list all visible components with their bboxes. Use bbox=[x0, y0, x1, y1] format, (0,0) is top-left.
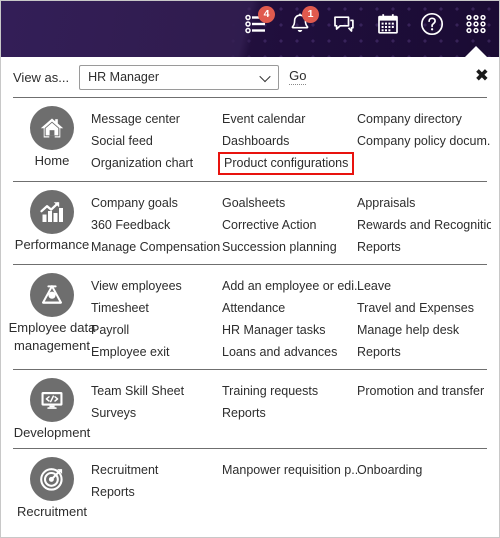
menu-link[interactable]: Company policy docum... bbox=[357, 130, 491, 152]
chat-icon[interactable] bbox=[329, 9, 359, 39]
chart-growth-icon bbox=[30, 190, 74, 234]
menu-link[interactable]: Surveys bbox=[91, 402, 222, 424]
menu-link[interactable]: Rewards and Recognitio... bbox=[357, 214, 491, 236]
menu-link[interactable]: View employees bbox=[91, 275, 222, 297]
section-home: Home Message center Social feed Organizatio… bbox=[13, 97, 491, 181]
section-recruitment: Recruitment Recruitment Reports Manpower re… bbox=[13, 447, 487, 527]
view-as-selected-value: HR Manager bbox=[88, 70, 159, 84]
section-title-employee-data-management: Employee data management bbox=[8, 320, 96, 353]
menu-link[interactable]: Event calendar bbox=[222, 108, 357, 130]
section-links-home: Message center Social feed Organization ch… bbox=[91, 106, 491, 175]
help-icon[interactable] bbox=[417, 9, 447, 39]
section-header-home: Home bbox=[13, 106, 91, 170]
collapse-caret-icon[interactable] bbox=[465, 46, 487, 57]
menu-link[interactable]: Reports bbox=[91, 481, 222, 503]
link-column-1: Message center Social feed Organization ch… bbox=[91, 108, 222, 175]
menu-link[interactable]: HR Manager tasks bbox=[222, 319, 357, 341]
menu-link[interactable]: Social feed bbox=[91, 130, 222, 152]
section-links-recruitment: Recruitment Reports Manpower requisition p… bbox=[91, 457, 491, 503]
menu-link[interactable]: Reports bbox=[357, 236, 491, 258]
menu-link[interactable]: Message center bbox=[91, 108, 222, 130]
section-performance: Performance Company goals 360 Feedback Mana… bbox=[13, 181, 491, 264]
section-header-development: Development bbox=[13, 378, 91, 442]
menu-link[interactable]: Team Skill Sheet bbox=[91, 380, 222, 402]
link-column-2: Add an employee or edi... Attendance HR Ma… bbox=[222, 275, 357, 363]
notification-badge: 1 bbox=[302, 6, 319, 23]
menu-link[interactable]: Organization chart bbox=[91, 152, 222, 174]
menu-link[interactable]: Training requests bbox=[222, 380, 357, 402]
link-column-1: View employees Timesheet Payroll Employee e… bbox=[91, 275, 222, 363]
menu-link[interactable]: Onboarding bbox=[357, 459, 491, 481]
link-column-2: Goalsheets Corrective Action Succession pl… bbox=[222, 192, 357, 258]
link-column-1: Team Skill Sheet Surveys bbox=[91, 380, 222, 424]
link-column-2: Manpower requisition p... bbox=[222, 459, 357, 503]
menu-link[interactable]: Succession planning bbox=[222, 236, 357, 258]
section-title-recruitment: Recruitment bbox=[16, 503, 88, 519]
section-links-performance: Company goals 360 Feedback Manage Compensa… bbox=[91, 190, 491, 258]
section-development: Development Team Skill Sheet Surveys Traini… bbox=[13, 369, 487, 448]
menu-link[interactable]: Add an employee or edi... bbox=[222, 275, 357, 297]
menu-link[interactable]: 360 Feedback bbox=[91, 214, 222, 236]
menu-link[interactable]: Employee exit bbox=[91, 341, 222, 363]
section-title-development: Development bbox=[13, 425, 91, 440]
calendar-icon[interactable] bbox=[373, 9, 403, 39]
link-column-3: Onboarding bbox=[357, 459, 491, 503]
menu-link[interactable]: Travel and Expenses bbox=[357, 297, 491, 319]
menu-link[interactable]: Product configurations bbox=[218, 152, 355, 175]
header-icon-bar: 4 1 bbox=[241, 5, 491, 43]
menu-link[interactable]: Manage Compensation bbox=[91, 236, 222, 258]
menu-link[interactable]: Corrective Action bbox=[222, 214, 357, 236]
section-header-employee-data-management: Employee data management bbox=[9, 273, 95, 354]
close-icon[interactable]: ✖ bbox=[475, 68, 489, 85]
monitor-code-icon bbox=[30, 378, 74, 422]
menu-link[interactable]: Leave bbox=[357, 275, 491, 297]
menu-link[interactable]: Payroll bbox=[91, 319, 222, 341]
menu-link[interactable]: Company directory bbox=[357, 108, 491, 130]
link-column-1: Recruitment Reports bbox=[91, 459, 222, 503]
menu-link[interactable]: Reports bbox=[357, 341, 491, 363]
section-links-development: Team Skill Sheet Surveys Training requests… bbox=[91, 378, 491, 424]
tasks-icon[interactable]: 4 bbox=[241, 6, 275, 39]
section-title-performance: Performance bbox=[14, 237, 90, 252]
menu-link[interactable]: Timesheet bbox=[91, 297, 222, 319]
link-column-3: Promotion and transfer bbox=[357, 380, 491, 424]
link-column-2: Event calendar Dashboards Product configur… bbox=[218, 108, 357, 175]
view-as-select[interactable]: HR Manager bbox=[79, 64, 280, 90]
menu-link[interactable]: Promotion and transfer bbox=[357, 380, 491, 402]
person-triangle-icon bbox=[30, 273, 74, 317]
section-header-performance: Performance bbox=[13, 190, 91, 254]
link-column-3: Leave Travel and Expenses Manage help desk… bbox=[357, 275, 491, 363]
go-button[interactable]: Go bbox=[289, 68, 307, 85]
menu-link[interactable]: Dashboards bbox=[222, 130, 357, 152]
section-header-recruitment: Recruitment bbox=[13, 456, 91, 521]
section-employee-data-management: Employee data management View employees Ti… bbox=[9, 264, 487, 369]
section-title-home: Home bbox=[34, 153, 70, 168]
menu-link[interactable]: Manage help desk bbox=[357, 319, 491, 341]
section-links-employee-data-management: View employees Timesheet Payroll Employee e… bbox=[91, 273, 491, 363]
notification-bell-icon[interactable]: 1 bbox=[285, 6, 319, 39]
link-column-3: Appraisals Rewards and Recognitio... Repor… bbox=[357, 192, 491, 258]
menu-link[interactable]: Appraisals bbox=[357, 192, 491, 214]
app-header: 4 1 bbox=[1, 1, 499, 57]
view-as-label: View as... bbox=[13, 69, 70, 85]
menu-link[interactable]: Loans and advances bbox=[222, 341, 357, 363]
tasks-badge: 4 bbox=[258, 6, 275, 23]
menu-sections: Home Message center Social feed Organizatio… bbox=[1, 97, 499, 526]
mega-menu-panel: 4 1 View as... HR Manager Go ✖ Home Mess… bbox=[0, 0, 500, 538]
menu-link[interactable]: Goalsheets bbox=[222, 192, 357, 214]
menu-link[interactable]: Company goals bbox=[91, 192, 222, 214]
view-as-row: View as... HR Manager Go ✖ bbox=[1, 57, 499, 97]
link-column-3: Company directory Company policy docum... bbox=[357, 108, 491, 175]
target-arrow-icon bbox=[30, 456, 74, 501]
link-column-2: Training requests Reports bbox=[222, 380, 357, 424]
menu-link[interactable]: Reports bbox=[222, 402, 357, 424]
chevron-down-icon bbox=[259, 70, 271, 83]
menu-link[interactable]: Recruitment bbox=[91, 459, 222, 481]
menu-link[interactable]: Manpower requisition p... bbox=[222, 459, 357, 481]
menu-link[interactable]: Attendance bbox=[222, 297, 357, 319]
link-column-1: Company goals 360 Feedback Manage Compensa… bbox=[91, 192, 222, 258]
home-icon bbox=[30, 106, 74, 150]
app-grid-icon[interactable] bbox=[461, 9, 491, 39]
